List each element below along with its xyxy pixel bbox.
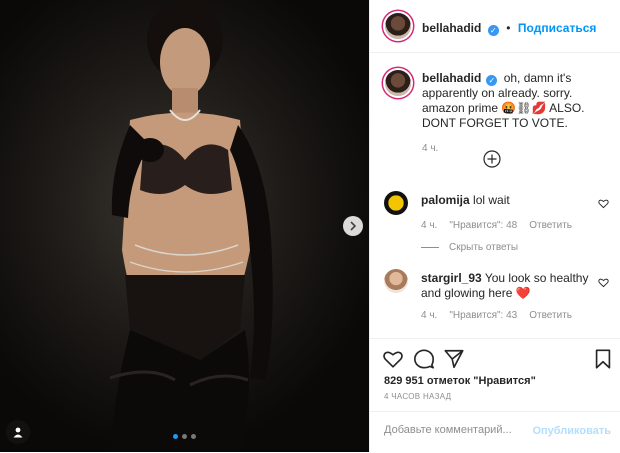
share-paper-plane-icon[interactable] [443, 348, 465, 370]
comment-input[interactable] [382, 423, 536, 437]
comment-item: palomija lol wait 4 ч. "Нравится": 48 От… [384, 191, 609, 231]
post-photo [109, 0, 273, 452]
caption-author-avatar[interactable] [385, 70, 411, 96]
post-header: bellahadid ✓ • Подписаться [370, 0, 620, 53]
save-bookmark-icon[interactable] [592, 348, 614, 370]
post-actions [370, 338, 620, 379]
load-more-comments-icon[interactable] [483, 150, 501, 168]
comment-like-heart-icon[interactable] [598, 198, 609, 209]
comment-text: lol wait [473, 193, 510, 207]
comment-reply-button[interactable]: Ответить [529, 218, 572, 233]
tagged-users-button[interactable] [6, 420, 30, 444]
commenter-avatar[interactable] [384, 269, 408, 293]
separator-dot: • [506, 21, 511, 35]
comment-username[interactable]: stargirl_93 [421, 271, 482, 285]
hide-replies-toggle[interactable]: Скрыть ответы [421, 242, 518, 253]
post-media[interactable] [0, 0, 369, 452]
comment-time[interactable]: 4 ч. [421, 308, 437, 323]
replies-divider-line [421, 247, 439, 248]
commenter-avatar[interactable] [384, 191, 408, 215]
comment-reply-button[interactable]: Ответить [529, 308, 572, 323]
post-sidebar: bellahadid ✓ • Подписаться bellahadid ✓ o… [369, 0, 620, 452]
caption-time[interactable]: 4 ч. [422, 141, 612, 156]
user-tag-icon [13, 427, 23, 438]
comment-likes[interactable]: "Нравится": 48 [449, 218, 517, 233]
comment-username[interactable]: palomija [421, 193, 470, 207]
caption-username[interactable]: bellahadid [422, 71, 481, 85]
author-avatar[interactable] [385, 13, 411, 39]
add-comment-bar: Опубликовать [370, 411, 620, 453]
comment-like-heart-icon[interactable] [598, 277, 609, 288]
verified-badge-icon: ✓ [486, 75, 498, 86]
author-username[interactable]: bellahadid [422, 21, 481, 35]
hide-replies-label: Скрыть ответы [449, 242, 519, 253]
follow-button[interactable]: Подписаться [518, 21, 596, 35]
likes-count[interactable]: 829 951 отметок "Нравится" [384, 375, 536, 387]
carousel-dot [173, 434, 178, 439]
chevron-right-icon [350, 221, 357, 231]
comment-item: stargirl_93 You look so healthy and glow… [384, 269, 609, 324]
comment-bubble-icon[interactable] [413, 348, 435, 370]
post-timestamp[interactable]: 4 ЧАСОВ НАЗАД [384, 392, 451, 401]
like-heart-icon[interactable] [382, 348, 404, 370]
carousel-indicator [173, 434, 196, 439]
publish-comment-button[interactable]: Опубликовать [532, 425, 611, 437]
instagram-post: bellahadid ✓ • Подписаться bellahadid ✓ o… [0, 0, 620, 452]
verified-badge-icon: ✓ [487, 25, 499, 36]
carousel-dot [182, 434, 187, 439]
post-caption: bellahadid ✓ oh, damn it's apparently on … [422, 71, 612, 156]
carousel-dot [191, 434, 196, 439]
comment-time[interactable]: 4 ч. [421, 218, 437, 233]
next-image-button[interactable] [343, 216, 363, 236]
comment-likes[interactable]: "Нравится": 43 [449, 308, 517, 323]
